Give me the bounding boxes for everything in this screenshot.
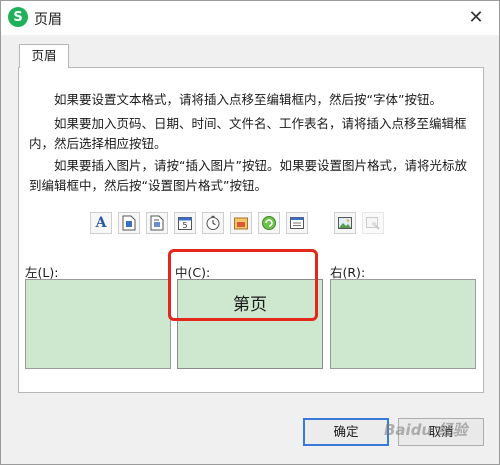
instruction-text-format: 如果要设置文本格式，请将插入点移至编辑框内，然后按“字体”按钮。 bbox=[54, 92, 442, 107]
time-button[interactable] bbox=[202, 212, 224, 234]
total-pages-button[interactable] bbox=[146, 212, 168, 234]
header-dialog: S 页眉 ✕ 页眉 如果要设置文本格式，请将插入点移至编辑框内，然后按“字体”按… bbox=[0, 0, 500, 465]
font-button[interactable]: A bbox=[90, 212, 112, 234]
app-logo-icon: S bbox=[8, 7, 28, 27]
sheet-name-button[interactable] bbox=[286, 212, 308, 234]
file-path-icon bbox=[234, 217, 248, 230]
file-path-button[interactable] bbox=[230, 212, 252, 234]
file-name-button[interactable] bbox=[258, 212, 280, 234]
instruction-text-picture: 如果要插入图片，请按“插入图片”按钮。如果要设置图片格式，请将光标放到编辑框中，… bbox=[29, 158, 467, 193]
title-bar: S 页眉 ✕ bbox=[1, 1, 499, 35]
page-number-button[interactable] bbox=[118, 212, 140, 234]
font-icon: A bbox=[95, 215, 107, 231]
date-icon: 5 bbox=[178, 217, 192, 230]
ok-button[interactable]: 确定 bbox=[303, 418, 389, 446]
cancel-button[interactable]: 取消 bbox=[398, 418, 484, 446]
header-toolbar: A 5 bbox=[90, 212, 390, 238]
page-number-icon bbox=[122, 215, 136, 231]
sheet-name-icon bbox=[290, 217, 304, 229]
instruction-text-fields: 如果要加入页码、日期、时间、文件名、工作表名，请将插入点移至编辑框内，然后选择相… bbox=[29, 116, 467, 151]
file-name-icon bbox=[262, 216, 276, 230]
insert-picture-button[interactable] bbox=[334, 212, 356, 234]
tab-header[interactable]: 页眉 bbox=[19, 44, 69, 68]
left-section-editor[interactable] bbox=[25, 279, 171, 369]
center-section-text: 第页 bbox=[233, 295, 267, 315]
right-section-editor[interactable] bbox=[330, 279, 476, 369]
total-pages-icon bbox=[150, 215, 164, 231]
clock-icon bbox=[206, 215, 220, 230]
format-picture-icon bbox=[366, 217, 380, 230]
tab-panel: 如果要设置文本格式，请将插入点移至编辑框内，然后按“字体”按钮。 如果要加入页码… bbox=[18, 67, 484, 393]
picture-icon bbox=[338, 217, 352, 229]
center-section-editor[interactable]: 第页 bbox=[177, 279, 323, 369]
close-button[interactable]: ✕ bbox=[465, 7, 487, 29]
date-button[interactable]: 5 bbox=[174, 212, 196, 234]
format-picture-button[interactable] bbox=[362, 212, 384, 234]
dialog-title: 页眉 bbox=[34, 12, 62, 28]
svg-text:5: 5 bbox=[182, 221, 187, 230]
